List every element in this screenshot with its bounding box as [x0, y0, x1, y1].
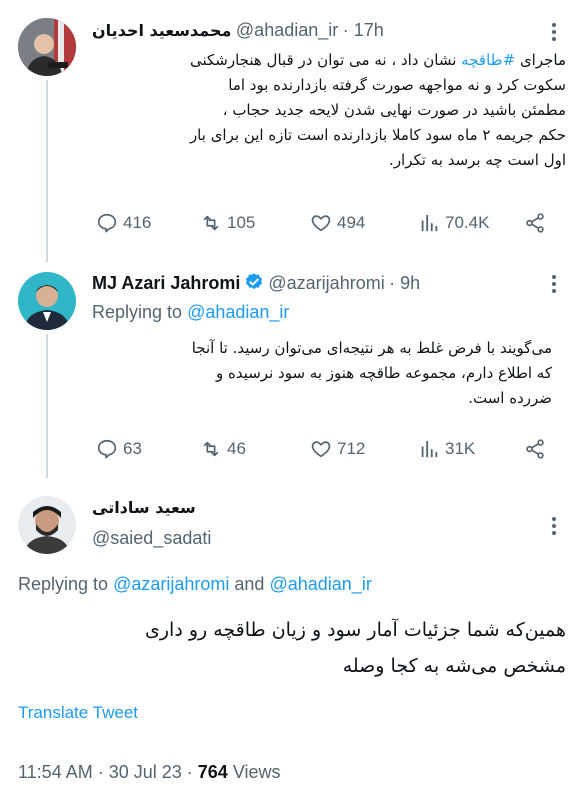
tweet1-timestamp[interactable]: · 17h — [343, 20, 384, 40]
replying-to-link[interactable]: @ahadian_ir — [187, 302, 289, 322]
replying-and: and — [234, 574, 265, 594]
thread-connector-1 — [46, 80, 48, 262]
hashtag-link[interactable]: #طاقچه — [461, 51, 515, 69]
views-count: 70.4K — [445, 213, 490, 232]
tweet2-replying-to: Replying to @ahadian_ir — [92, 302, 289, 323]
thread-connector-2 — [46, 334, 48, 478]
share-button[interactable] — [524, 212, 546, 234]
retweet-button[interactable]: 46 — [200, 438, 246, 460]
retweet-count: 105 — [227, 213, 256, 232]
heart-icon — [311, 215, 331, 232]
share-icon — [526, 213, 544, 233]
translate-tweet-link[interactable]: Translate Tweet — [18, 703, 138, 723]
like-button[interactable]: 494 — [310, 212, 365, 234]
tweet1-text: ماجرای #طاقچه نشان داد ، نه می توان در ق… — [92, 48, 566, 173]
tweet1-author-name[interactable]: محمدسعید احدیان — [92, 21, 231, 40]
retweet-count: 46 — [227, 439, 246, 458]
tweet2-author-name[interactable]: MJ Azari Jahromi — [92, 273, 240, 293]
like-count: 494 — [337, 213, 366, 232]
retweet-icon — [203, 215, 219, 231]
more-icon[interactable] — [552, 514, 556, 538]
share-button[interactable] — [524, 438, 546, 460]
tweet3-author-handle[interactable]: @saied_sadati — [92, 528, 211, 549]
views-button[interactable]: 70.4K — [418, 212, 489, 234]
reply-count: 63 — [123, 439, 142, 458]
tweet2-line-2: ضررده است. — [468, 389, 552, 407]
tweet3-views-label: Views — [232, 762, 281, 782]
tweet3-views-count: 764 — [197, 762, 228, 782]
tweet3-line-0: همین‌که شما جزئیات آمار سود و زیان طاقچه… — [145, 619, 566, 641]
tweet1-line-0-rest: نشان داد ، نه می توان در قبال هنجارشکنی — [189, 51, 457, 69]
tweet3-timestamp[interactable]: 11:54 AM · 30 Jul 23 · — [18, 762, 193, 782]
tweet1-line-0: ماجرای #طاقچه نشان داد ، نه می توان در ق… — [92, 48, 566, 73]
replying-to-link-2[interactable]: @ahadian_ir — [269, 574, 371, 594]
reply-count: 416 — [123, 213, 152, 232]
tweet3-text: همین‌که شما جزئیات آمار سود و زیان طاقچه… — [18, 612, 566, 684]
share-icon — [526, 439, 544, 459]
views-button[interactable]: 31K — [418, 438, 475, 460]
tweet1-header: محمدسعید احدیان @ahadian_ir · 17h — [92, 20, 532, 46]
views-count: 31K — [445, 439, 476, 458]
replying-prefix: Replying to — [92, 302, 183, 322]
tweet3-replying-to: Replying to @azarijahromi and @ahadian_i… — [18, 574, 372, 595]
more-icon[interactable] — [552, 20, 556, 44]
tweet2-timestamp[interactable]: · 9h — [389, 273, 420, 293]
tweet2-line-0: می‌گویند با فرض غلط به هر نتیجه‌ای می‌تو… — [191, 339, 552, 357]
more-icon[interactable] — [552, 272, 556, 296]
replying-to-link-1[interactable]: @azarijahromi — [113, 574, 229, 594]
tweet1-line-3: حکم جریمه ۲ ماه سود کاملا بازدارنده است … — [189, 126, 566, 144]
tweet2-line-1: که اطلاع دارم، مجموعه طاقچه هنوز به سود … — [215, 364, 552, 382]
tweet1-line-4: اول است چه برسد به تکرار. — [389, 151, 566, 169]
tweet2-text: می‌گویند با فرض غلط به هر نتیجه‌ای می‌تو… — [92, 336, 552, 411]
heart-icon — [311, 441, 331, 458]
tweet3-line-1: مشخص می‌شه به کجا وصله — [342, 655, 566, 677]
reply-icon — [97, 439, 117, 459]
like-count: 712 — [337, 439, 366, 458]
tweet3-meta: 11:54 AM · 30 Jul 23 · 764 Views — [18, 762, 281, 783]
tweet3-author-name[interactable]: سعید ساداتی — [92, 498, 196, 517]
tweet2-author-handle[interactable]: @azarijahromi — [268, 273, 384, 293]
reply-icon — [97, 213, 117, 233]
retweet-icon — [203, 441, 219, 457]
tweet1-lead: ماجرای — [519, 51, 566, 69]
avatar-saied-sadati[interactable] — [18, 496, 76, 554]
tweet2-header: MJ Azari Jahromi @azarijahromi · 9h — [92, 272, 562, 298]
tweet1-line-2: مطمئن باشید در صورت نهایی شدن لایحه جدید… — [222, 101, 566, 119]
avatar-azarijahromi[interactable] — [18, 272, 76, 330]
avatar-azarijahromi-image — [18, 272, 76, 330]
tweet1-author-handle[interactable]: @ahadian_ir — [236, 20, 338, 40]
verified-badge-icon — [246, 273, 263, 290]
avatar-saied-sadati-image — [18, 496, 76, 554]
replying-prefix: Replying to — [18, 574, 109, 594]
reply-button[interactable]: 416 — [96, 212, 151, 234]
tweet1-line-1: سکوت کرد و نه مواجهه صورت گرفته بازدارند… — [228, 76, 566, 94]
reply-button[interactable]: 63 — [96, 438, 142, 460]
retweet-button[interactable]: 105 — [200, 212, 255, 234]
views-icon — [421, 440, 438, 458]
avatar-ahadian[interactable] — [18, 18, 76, 76]
avatar-ahadian-image — [18, 18, 76, 76]
views-icon — [421, 214, 438, 232]
like-button[interactable]: 712 — [310, 438, 365, 460]
